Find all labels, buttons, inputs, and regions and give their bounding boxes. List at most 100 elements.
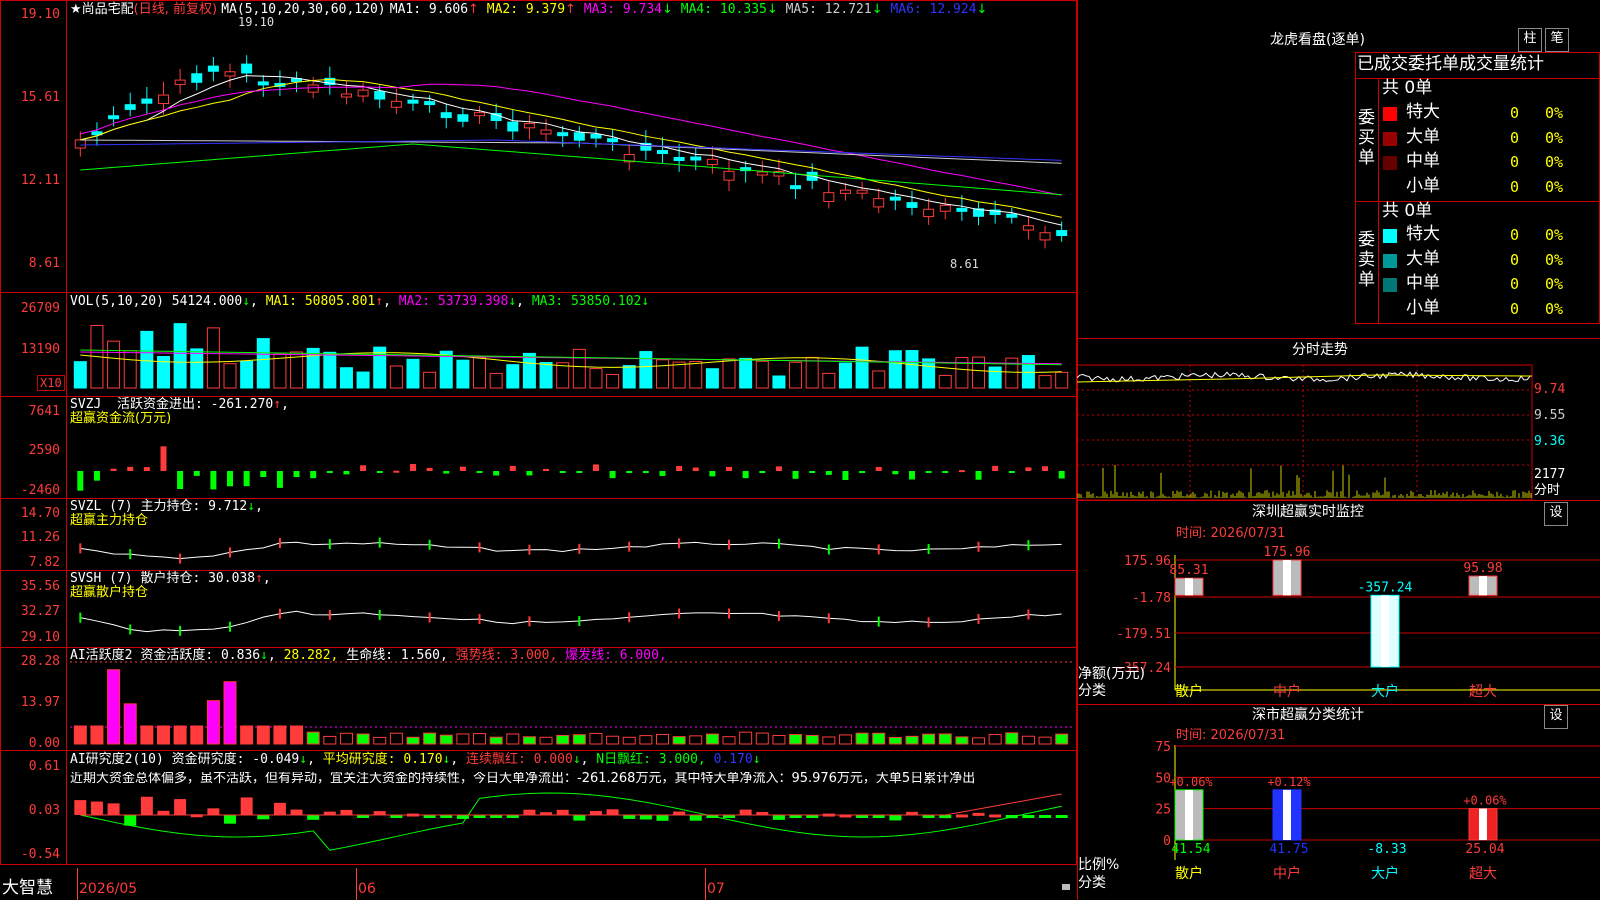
ai2-header: AI研究度2(10) 资金研究度: -0.049↓, 平均研究度: 0.170↓… [70, 752, 761, 767]
ai1-axis-1: 28.28 [20, 654, 60, 669]
monitor-y-tick: 175.96 [1124, 554, 1171, 569]
activity-bar [290, 725, 304, 745]
classify-settings-button[interactable]: 设 [1544, 705, 1568, 729]
ai2-n: N日飘红: 3.000, [596, 752, 706, 767]
lock-icon[interactable] [1062, 884, 1070, 890]
research-bar [573, 815, 586, 821]
flow-bar [493, 471, 500, 476]
activity-bar [1021, 735, 1035, 745]
price-axis-2: 15.61 [20, 90, 60, 105]
flow-bar [809, 471, 816, 473]
order-percent: 0% [1545, 104, 1564, 122]
flow-bar [260, 471, 267, 478]
vol-unit-button[interactable]: X10 [37, 375, 65, 391]
candle-body [906, 202, 918, 208]
research-bar [606, 809, 619, 815]
flow-bar [210, 471, 217, 490]
volume-bar [589, 368, 603, 389]
monitor-value-label: 85.31 [1169, 563, 1208, 578]
flow-bar [958, 470, 965, 473]
activity-bar [1038, 736, 1052, 745]
monitor-settings-button[interactable]: 设 [1544, 502, 1568, 526]
svzj-subtitle: 超赢资金流(万元) [70, 411, 172, 426]
research-bar [107, 803, 120, 815]
order-size-label: 特大 [1406, 102, 1440, 122]
ai1-axis-2: 13.97 [20, 695, 60, 710]
activity-bar [772, 734, 786, 745]
flow-bar [975, 471, 982, 480]
flow-bar [942, 471, 949, 473]
activity-bar [1055, 733, 1069, 745]
monitor-chart[interactable]: 175.96 -1.78 -179.51 -357.24 85.31 散户 175.96 中户… [1077, 540, 1600, 705]
candle-body [1056, 230, 1068, 237]
classify-value-label: 41.75 [1269, 842, 1308, 857]
activity-bar [439, 734, 453, 745]
candle-body [141, 98, 153, 104]
research-bar [739, 809, 752, 815]
activity-bar [872, 732, 886, 745]
research-bar [623, 815, 636, 819]
research-bar [1039, 815, 1052, 818]
ma4-line [80, 143, 1062, 196]
order-volume: 0 [1510, 299, 1520, 318]
ma-item-4: MA4: 10.335 [672, 2, 767, 17]
classify-chart[interactable]: 7550250+0.06%41.54散户+0.12%41.75中户-8.33大户… [1077, 740, 1600, 900]
vol-ma1-arrow: ↑ [375, 294, 384, 309]
flow-bar [393, 470, 400, 473]
svzl-value: 9.712 [208, 499, 248, 514]
classify-value-label: 41.54 [1171, 842, 1210, 857]
min-price-label: 8.61 [950, 257, 979, 271]
activity-bar [273, 725, 287, 745]
monitor-bar [1468, 575, 1498, 596]
activity-bar [672, 736, 686, 745]
flow-bar [443, 471, 450, 474]
candle-body [523, 123, 535, 129]
order-swatch [1383, 253, 1397, 268]
research-bar [74, 800, 87, 815]
ai2-axis-1: 0.61 [28, 759, 60, 774]
ma-item-arrow: ↑ [565, 2, 576, 17]
flow-bar [775, 466, 782, 471]
ma-item-1: MA1: 9.606 [389, 2, 469, 17]
ai1-axis-3: 0.00 [28, 736, 60, 751]
flow-bar [609, 471, 616, 479]
order-volume: 0 [1510, 275, 1520, 293]
flow-bar [692, 467, 699, 471]
stock-name[interactable]: 尚品宅配 [82, 2, 134, 17]
activity-bar [622, 736, 636, 745]
period-label[interactable]: (日线, 前复权) [134, 2, 217, 17]
activity-bar [606, 735, 620, 745]
classify-bar [1272, 789, 1302, 841]
order-swatch [1383, 107, 1397, 121]
classify-category-label: 中户 [1273, 865, 1301, 882]
vol-header: VOL(5,10,20) 54124.000↓, MA1: 50805.801↑… [70, 294, 650, 309]
ma-item-arrow: ↓ [976, 2, 988, 17]
flow-bar [177, 471, 184, 490]
date-tick-2 [356, 868, 357, 900]
activity-bar [855, 732, 869, 745]
svzl-axis-3: 7.82 [28, 555, 60, 570]
research-bar [307, 815, 320, 820]
research-bar [174, 799, 187, 815]
vol-ma2: MA2: 53739.398 [398, 294, 509, 309]
date-label-2: 06 [358, 881, 376, 897]
intraday-chart[interactable] [1077, 360, 1600, 500]
monitor-category-label: 散户 [1175, 683, 1203, 700]
volume-bar [539, 362, 553, 389]
tick-view-button[interactable]: 笔 [1545, 28, 1569, 52]
ai2-label: AI研究度2(10) [70, 752, 164, 767]
classify-category-label: 大户 [1371, 865, 1399, 882]
candle-body [790, 185, 802, 190]
ai2-title: 资金研究度: [171, 752, 245, 767]
research-bar [639, 815, 652, 820]
volume-bar [473, 357, 487, 389]
candle-body [557, 132, 569, 137]
research-bar [673, 811, 686, 815]
intraday-axis-3: 9.36 [1534, 434, 1566, 449]
volume-bar [722, 358, 736, 389]
flow-bar [360, 465, 367, 471]
flow-bar [759, 471, 766, 473]
flow-bar [193, 471, 200, 476]
bar-view-button[interactable]: 柱 [1518, 28, 1542, 52]
flow-bar [626, 471, 633, 473]
